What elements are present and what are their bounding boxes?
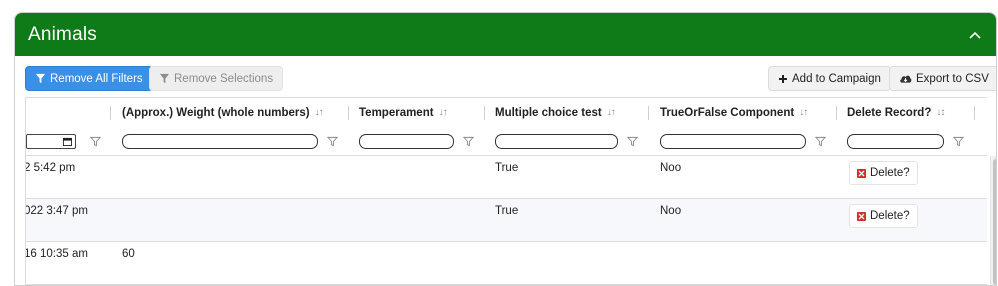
date-cell: 16 10:35 am	[25, 248, 88, 260]
remove-selections-label: Remove Selections	[174, 72, 274, 85]
scrollbar-thumb[interactable]	[993, 159, 996, 285]
weight-cell: 60	[122, 248, 135, 260]
column-header-multiple-choice[interactable]: Multiple choice test ↓↑	[495, 98, 616, 127]
filter-icon[interactable]	[90, 136, 101, 147]
column-header-label: TrueOrFalse Component	[660, 106, 795, 119]
delete-label: Delete?	[870, 167, 910, 179]
table-row[interactable]: 2 5:42 pm True Noo Delete?	[26, 156, 987, 199]
panel-header: Animals	[15, 13, 996, 56]
multiple-choice-cell: True	[495, 205, 519, 217]
multiple-choice-cell: True	[495, 162, 519, 174]
grid-header: (Approx.) Weight (whole numbers) ↓↑ Temp…	[26, 98, 987, 156]
filter-icon	[35, 73, 46, 84]
panel-title: Animals	[28, 23, 97, 45]
date-cell: 2 5:42 pm	[25, 162, 76, 174]
column-header-label: Delete Record?	[847, 106, 932, 119]
column-separator	[348, 106, 349, 120]
delete-filter-input[interactable]	[847, 133, 944, 149]
filter-icon[interactable]	[815, 136, 826, 147]
filter-date-cell	[26, 127, 76, 155]
column-header-true-or-false[interactable]: TrueOrFalse Component ↓↑	[660, 98, 808, 127]
column-separator	[648, 106, 649, 120]
filter-icon[interactable]	[953, 136, 964, 147]
remove-all-filters-label: Remove All Filters	[50, 72, 143, 85]
date-cell: 022 3:47 pm	[25, 205, 88, 217]
delete-label: Delete?	[870, 210, 910, 222]
sort-icon[interactable]: ↓↕	[936, 107, 945, 118]
column-separator	[110, 106, 111, 120]
chevron-up-icon[interactable]	[967, 27, 983, 43]
delete-record-button[interactable]: Delete?	[849, 204, 918, 228]
table-row[interactable]: 022 3:47 pm True Noo Delete?	[26, 199, 987, 242]
calendar-icon[interactable]	[63, 137, 72, 146]
temperament-filter-input[interactable]	[359, 133, 454, 149]
column-separator	[836, 106, 837, 120]
true-or-false-cell: Noo	[660, 162, 682, 174]
true-or-false-filter-input[interactable]	[660, 133, 806, 149]
column-header-temperament[interactable]: Temperament ↓↑	[359, 98, 448, 127]
sort-icon[interactable]: ↓↑	[607, 107, 616, 118]
filter-delete-cell	[847, 127, 944, 155]
column-header-delete-record[interactable]: Delete Record? ↓↕	[847, 98, 945, 127]
delete-x-icon	[857, 168, 866, 178]
remove-all-filters-button[interactable]: Remove All Filters	[25, 66, 153, 91]
weight-filter-input[interactable]	[122, 133, 318, 149]
filter-icon[interactable]	[627, 136, 638, 147]
date-filter-input[interactable]	[26, 133, 76, 149]
filter-true-or-false-cell	[660, 127, 806, 155]
delete-x-icon	[857, 211, 866, 221]
filter-icon[interactable]	[463, 136, 474, 147]
filter-weight-cell	[122, 127, 318, 155]
remove-selections-button[interactable]: Remove Selections	[149, 66, 284, 91]
sort-icon[interactable]: ↓↑	[315, 107, 324, 118]
plus-icon	[779, 74, 787, 83]
filter-icon[interactable]	[327, 136, 338, 147]
column-header-label: (Approx.) Weight (whole numbers)	[122, 106, 310, 119]
column-separator	[974, 106, 975, 120]
table-row[interactable]: 16 10:35 am 60	[26, 242, 987, 285]
filter-temperament-cell	[359, 127, 454, 155]
column-separator	[484, 106, 485, 120]
true-or-false-cell: Noo	[660, 205, 682, 217]
column-header-weight[interactable]: (Approx.) Weight (whole numbers) ↓↑	[122, 98, 324, 127]
add-to-campaign-button[interactable]: Add to Campaign	[768, 66, 891, 91]
page: Animals Remove All Filters Remove Select…	[0, 0, 998, 286]
toolbar: Remove All Filters Remove Selections Add…	[25, 66, 996, 92]
multiple-choice-filter-input[interactable]	[495, 133, 618, 149]
animals-grid: (Approx.) Weight (whole numbers) ↓↑ Temp…	[25, 97, 987, 285]
sort-icon[interactable]: ↓↑	[799, 107, 808, 118]
sort-icon[interactable]: ↓↑	[439, 107, 448, 118]
add-to-campaign-label: Add to Campaign	[792, 72, 881, 85]
vertical-scrollbar[interactable]	[990, 156, 996, 285]
column-header-label: Multiple choice test	[495, 106, 602, 119]
delete-record-button[interactable]: Delete?	[849, 161, 918, 185]
filter-icon	[159, 73, 170, 84]
cloud-download-icon	[900, 75, 912, 83]
export-csv-button[interactable]: Export to CSV	[889, 66, 996, 91]
column-header-label: Temperament	[359, 106, 434, 119]
export-csv-label: Export to CSV	[916, 72, 989, 85]
filter-multiple-choice-cell	[495, 127, 618, 155]
animals-panel: Animals Remove All Filters Remove Select…	[14, 12, 997, 286]
